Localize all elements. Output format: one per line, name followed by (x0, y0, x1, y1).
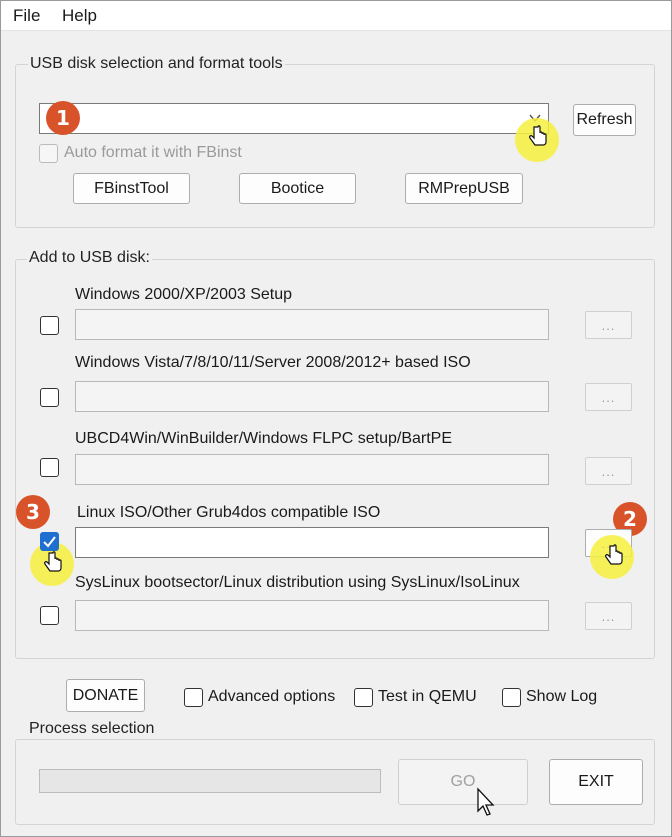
auto-format-checkbox[interactable] (39, 144, 58, 163)
checkbox-syslinux[interactable] (40, 606, 59, 625)
exit-button[interactable]: EXIT (549, 759, 643, 805)
bootice-button[interactable]: Bootice (239, 173, 356, 204)
section-label-vista: Windows Vista/7/8/10/11/Server 2008/2012… (75, 354, 471, 371)
checkbox-vista[interactable] (40, 388, 59, 407)
browse-button-syslinux[interactable]: ... (585, 602, 632, 630)
path-field-linux[interactable] (75, 527, 549, 558)
browse-button-ubcd[interactable]: ... (585, 457, 632, 485)
path-field-winxp[interactable] (75, 309, 549, 340)
section-label-ubcd: UBCD4Win/WinBuilder/Windows FLPC setup/B… (75, 430, 453, 447)
add-group-title: Add to USB disk: (27, 249, 152, 267)
section-label-syslinux: SysLinux bootsector/Linux distribution u… (75, 574, 520, 591)
process-group-title: Process selection (27, 720, 157, 738)
browse-button-vista[interactable]: ... (585, 383, 632, 411)
checkbox-linux[interactable] (40, 532, 59, 551)
browse-button-winxp[interactable]: ... (585, 311, 632, 339)
hand-cursor-icon (529, 125, 547, 146)
advanced-options-checkbox[interactable] (184, 688, 203, 707)
usb-disk-dropdown[interactable] (39, 103, 549, 134)
auto-format-label: Auto format it with FBinst (64, 144, 242, 161)
rmprepusb-button[interactable]: RMPrepUSB (405, 173, 523, 204)
fbinsttool-button[interactable]: FBinstTool (73, 173, 190, 204)
section-label-linux: Linux ISO/Other Grub4dos compatible ISO (77, 504, 381, 521)
hand-cursor-icon (44, 551, 62, 572)
path-field-syslinux[interactable] (75, 600, 549, 631)
usb-group-title: USB disk selection and format tools (28, 55, 285, 73)
checkmark-icon (43, 536, 56, 548)
test-qemu-label: Test in QEMU (378, 688, 477, 705)
app-window: File Help USB disk selection and format … (0, 0, 672, 837)
show-log-label: Show Log (526, 688, 598, 705)
show-log-checkbox[interactable] (502, 688, 521, 707)
go-button[interactable]: GO (398, 759, 528, 805)
arrow-cursor-icon (477, 787, 495, 816)
checkbox-ubcd[interactable] (40, 458, 59, 477)
donate-button[interactable]: DONATE (66, 679, 145, 712)
path-field-vista[interactable] (75, 381, 549, 412)
menu-help[interactable]: Help (62, 6, 97, 26)
hand-cursor-icon (605, 544, 623, 565)
step-1-badge: 1 (46, 101, 80, 135)
step-3-badge: 3 (16, 495, 50, 529)
checkbox-winxp[interactable] (40, 316, 59, 335)
menu-file[interactable]: File (13, 6, 40, 26)
section-label-winxp: Windows 2000/XP/2003 Setup (75, 286, 293, 303)
path-field-ubcd[interactable] (75, 454, 549, 485)
progress-bar (39, 769, 381, 793)
refresh-button[interactable]: Refresh (573, 104, 636, 136)
menu-bar: File Help (1, 1, 671, 31)
test-qemu-checkbox[interactable] (354, 688, 373, 707)
advanced-options-label: Advanced options (208, 688, 336, 705)
